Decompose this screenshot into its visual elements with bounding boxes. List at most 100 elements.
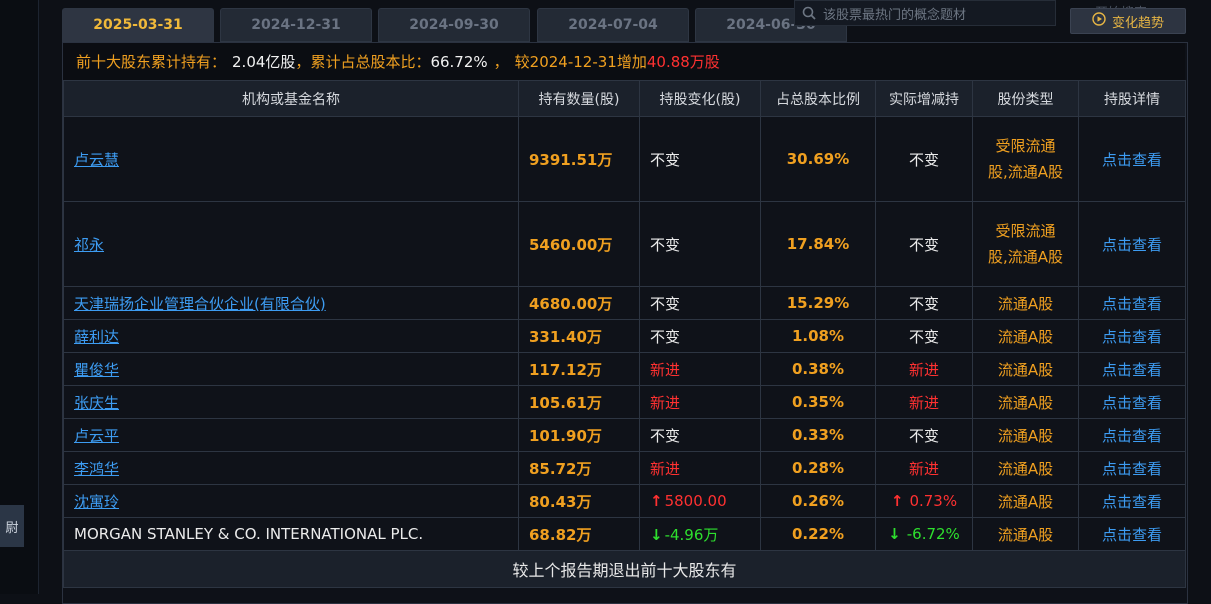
share-type-cell: 受限流通股,流通A股	[972, 201, 1079, 287]
holder-name-link[interactable]: 张庆生	[74, 394, 119, 412]
holder-name-link[interactable]: 卢云平	[74, 427, 119, 445]
actual-change-value: 不变	[908, 150, 939, 169]
holding-change-cell: 不变	[639, 418, 761, 452]
left-side-tab[interactable]: 尉	[0, 505, 24, 547]
holder-name-link[interactable]: 薛利达	[74, 328, 119, 346]
arrow-down-icon: ↓	[888, 525, 901, 543]
holder-name-link[interactable]: 卢云慧	[74, 151, 119, 169]
detail-link-cell[interactable]: 点击查看	[1078, 484, 1186, 518]
play-circle-icon	[1092, 12, 1106, 30]
holding-change-value: 不变	[650, 294, 681, 313]
holder-name-link[interactable]: 瞿俊华	[74, 361, 119, 379]
arrow-down-icon: ↓	[650, 525, 663, 544]
col-header-actual: 实际增减持	[875, 80, 973, 117]
trend-button[interactable]: 变化趋势	[1070, 8, 1186, 34]
col-header-pct: 占总股本比例	[760, 80, 876, 117]
actual-change-value: 新进	[908, 393, 939, 412]
arrow-up-icon: ↑	[650, 492, 663, 510]
table-row: 薛利达 331.40万 不变 1.08% 不变 流通A股 点击查看	[63, 319, 1186, 353]
col-header-qty: 持有数量(股)	[518, 80, 640, 117]
detail-link-cell[interactable]: 点击查看	[1078, 517, 1186, 551]
actual-change-cell: 不变	[875, 319, 973, 353]
detail-link-cell[interactable]: 点击查看	[1078, 352, 1186, 386]
holding-change-value: 不变	[650, 150, 681, 169]
share-type-cell: 受限流通股,流通A股	[972, 116, 1079, 202]
holding-change-cell: 不变	[639, 319, 761, 353]
tab-period-1[interactable]: 2024-12-31	[220, 8, 372, 42]
table-header-row: 机构或基金名称 持有数量(股) 持股变化(股) 占总股本比例 实际增减持 股份类…	[63, 80, 1186, 117]
table-row: 张庆生 105.61万 新进 0.35% 新进 流通A股 点击查看	[63, 385, 1186, 419]
holding-change-cell: 新进	[639, 451, 761, 485]
search-icon	[795, 6, 823, 20]
summary-sep: ，	[295, 53, 311, 71]
share-ratio-cell: 0.38%	[760, 352, 876, 386]
detail-link-cell[interactable]: 点击查看	[1078, 201, 1186, 287]
holder-name-link[interactable]: 祁永	[74, 236, 104, 254]
trend-button-label: 变化趋势	[1111, 15, 1164, 31]
detail-link-cell[interactable]: 点击查看	[1078, 451, 1186, 485]
table-row: 李鸿华 85.72万 新进 0.28% 新进 流通A股 点击查看	[63, 451, 1186, 485]
share-type-cell: 流通A股	[972, 286, 1079, 320]
holder-name-cell: 卢云慧	[63, 116, 519, 202]
actual-change-value: 新进	[908, 360, 939, 379]
tab-period-3[interactable]: 2024-07-04	[537, 8, 689, 42]
summary-ratio-label: 累计占总股本比：	[310, 53, 431, 71]
holding-qty-cell: 117.12万	[518, 352, 640, 386]
summary-prefix: 前十大股东累计持有：	[76, 53, 227, 71]
actual-change-cell: 新进	[875, 385, 973, 419]
detail-link-cell[interactable]: 点击查看	[1078, 116, 1186, 202]
table-row: 沈寓玲 80.43万 ↑ 5800.00 0.26% ↑ 0.73% 流通A股 点击查看	[63, 484, 1186, 518]
share-type-cell: 流通A股	[972, 418, 1079, 452]
holding-change-cell: 不变	[639, 286, 761, 320]
holding-qty-cell: 9391.51万	[518, 116, 640, 202]
actual-change-cell: 不变	[875, 286, 973, 320]
holding-change-value: 不变	[650, 327, 681, 346]
exit-holders-label: 较上个报告期退出前十大股东有	[63, 550, 1186, 588]
holding-qty-cell: 85.72万	[518, 451, 640, 485]
holding-change-cell: 不变	[639, 201, 761, 287]
summary-compare-prefix: 较2024-12-31增加	[514, 53, 647, 71]
holder-name-cell: 薛利达	[63, 319, 519, 353]
holder-name-cell: 天津瑞扬企业管理合伙企业(有限合伙)	[63, 286, 519, 320]
holding-change-cell: 新进	[639, 352, 761, 386]
share-ratio-cell: 0.22%	[760, 517, 876, 551]
col-header-detail: 持股详情	[1078, 80, 1186, 117]
holder-name-link[interactable]: 李鸿华	[74, 460, 119, 478]
actual-change-value: 0.73%	[909, 492, 958, 510]
holding-summary: 前十大股东累计持有： 2.04亿股 ， 累计占总股本比： 66.72% ， 较2…	[63, 43, 1185, 80]
table-row: MORGAN STANLEY & CO. INTERNATIONAL PLC. 6…	[63, 517, 1186, 551]
actual-change-value: 不变	[908, 294, 939, 313]
tab-period-2[interactable]: 2024-09-30	[378, 8, 530, 42]
holder-name-text: MORGAN STANLEY & CO. INTERNATIONAL PLC.	[74, 525, 424, 543]
share-ratio-cell: 15.29%	[760, 286, 876, 320]
col-header-change: 持股变化(股)	[639, 80, 761, 117]
tab-period-0[interactable]: 2025-03-31	[62, 8, 214, 42]
share-ratio-cell: 1.08%	[760, 319, 876, 353]
actual-change-cell: 不变	[875, 201, 973, 287]
summary-sep: ，	[493, 53, 509, 71]
holder-name-link[interactable]: 天津瑞扬企业管理合伙企业(有限合伙)	[74, 295, 326, 313]
holder-name-cell: MORGAN STANLEY & CO. INTERNATIONAL PLC.	[63, 517, 519, 551]
actual-change-cell: ↓ -6.72%	[875, 517, 973, 551]
actual-change-cell: ↑ 0.73%	[875, 484, 973, 518]
share-ratio-cell: 0.35%	[760, 385, 876, 419]
share-ratio-cell: 30.69%	[760, 116, 876, 202]
detail-link-cell[interactable]: 点击查看	[1078, 385, 1186, 419]
actual-change-value: -6.72%	[906, 525, 960, 543]
detail-link-cell[interactable]: 点击查看	[1078, 319, 1186, 353]
exit-holders-row: 较上个报告期退出前十大股东有	[63, 550, 1186, 588]
holding-qty-cell: 80.43万	[518, 484, 640, 518]
actual-change-cell: 新进	[875, 352, 973, 386]
actual-change-value: 不变	[908, 426, 939, 445]
holder-name-cell: 沈寓玲	[63, 484, 519, 518]
actual-change-cell: 不变	[875, 116, 973, 202]
holding-change-value: 不变	[650, 426, 681, 445]
concept-search-input[interactable]: 该股票最热门的概念题材	[794, 0, 1056, 26]
actual-change-value: 不变	[908, 235, 939, 254]
detail-link-cell[interactable]: 点击查看	[1078, 286, 1186, 320]
col-header-type: 股份类型	[972, 80, 1079, 117]
holder-name-link[interactable]: 沈寓玲	[74, 493, 119, 511]
detail-link-cell[interactable]: 点击查看	[1078, 418, 1186, 452]
holding-change-value: 不变	[650, 235, 681, 254]
holding-change-cell: ↑ 5800.00	[639, 484, 761, 518]
